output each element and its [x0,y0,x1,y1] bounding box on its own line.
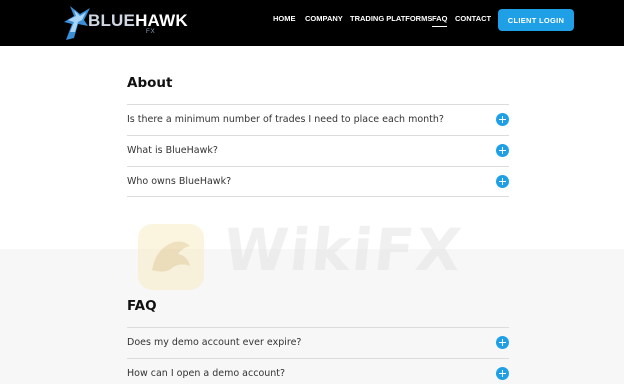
plus-icon[interactable] [496,113,509,126]
faq-item[interactable]: What is BlueHawk? [127,135,509,166]
faq-question: Who owns BlueHawk? [127,176,232,187]
faq-list: Does my demo account ever expire? How ca… [127,327,509,384]
faq-item[interactable]: How can I open a demo account? [127,358,509,384]
site-header: BLUEHAWK FX HOME COMPANY TRADING PLATFOR… [0,0,624,46]
faq-item[interactable]: Who owns BlueHawk? [127,166,509,197]
logo-suffix: FX [146,29,156,35]
faq-title: FAQ [127,298,157,314]
logo-word-blue: BLUE [88,11,136,30]
faq-question: How can I open a demo account? [127,368,286,379]
nav-trading-platforms[interactable]: TRADING PLATFORMS [350,14,432,23]
nav-home[interactable]: HOME [273,14,296,23]
plus-icon[interactable] [496,367,509,380]
faq-item[interactable]: Is there a minimum number of trades I ne… [127,104,509,135]
nav-faq[interactable]: FAQ [432,14,448,27]
plus-icon[interactable] [496,144,509,157]
logo-wordmark: BLUEHAWK [88,11,188,31]
nav-contact[interactable]: CONTACT [455,14,491,23]
faq-item[interactable]: Does my demo account ever expire? [127,327,509,358]
faq-question: What is BlueHawk? [127,145,218,156]
faq-question: Is there a minimum number of trades I ne… [127,114,444,125]
plus-icon[interactable] [496,336,509,349]
logo-word-hawk: HAWK [135,11,188,30]
about-faq-list: Is there a minimum number of trades I ne… [127,104,509,197]
bluehawk-logo[interactable]: BLUEHAWK FX [60,2,188,42]
client-login-button[interactable]: CLIENT LOGIN [498,9,574,31]
nav-company[interactable]: COMPANY [305,14,343,23]
faq-question: Does my demo account ever expire? [127,337,302,348]
plus-icon[interactable] [496,175,509,188]
about-title: About [127,75,173,91]
